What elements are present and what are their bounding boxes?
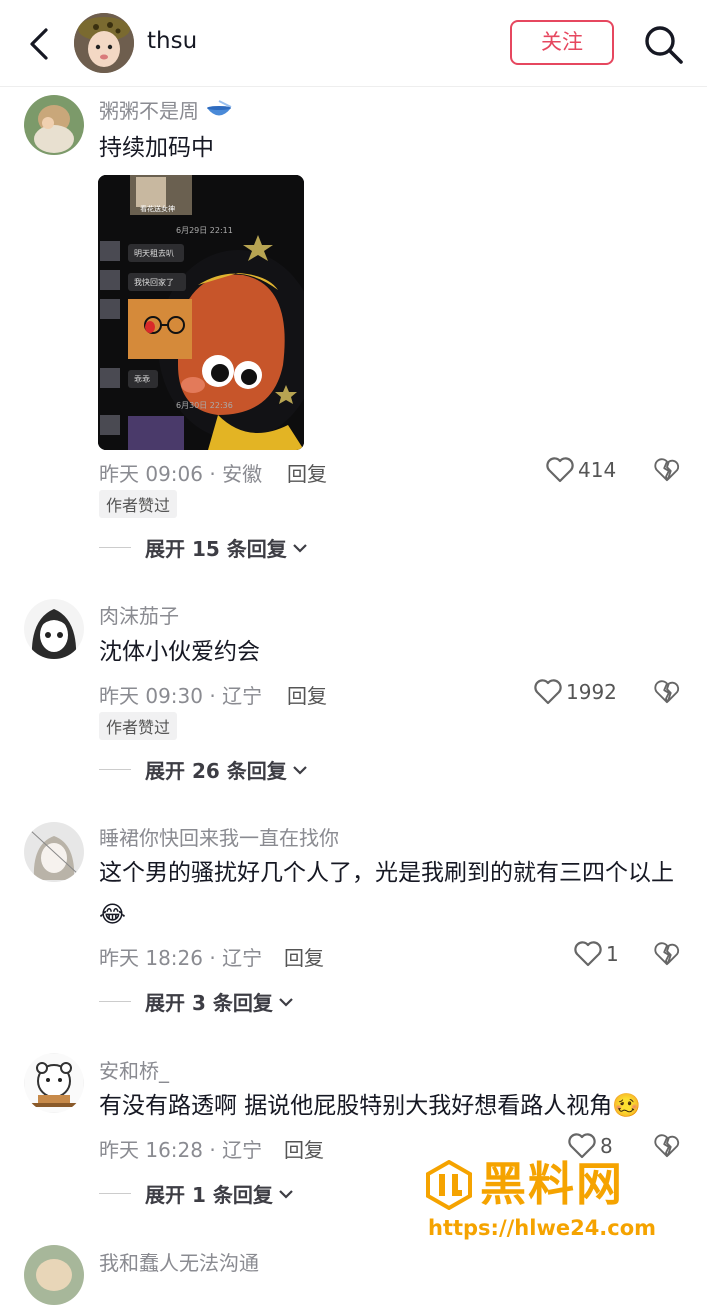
watermark: 黑料网 https://hlwe24.com bbox=[422, 1158, 682, 1248]
author-liked-badge: 作者赞过 bbox=[99, 490, 178, 518]
commenter-avatar[interactable] bbox=[24, 822, 84, 882]
commenter-avatar[interactable] bbox=[24, 1245, 84, 1305]
like-count: 1992 bbox=[566, 680, 617, 704]
commenter-name[interactable]: 睡裙你快回来我一直在找你 bbox=[99, 822, 339, 851]
follow-button[interactable]: 关注 bbox=[510, 20, 614, 65]
comment-meta: 昨天 16:28 · 辽宁 bbox=[99, 1138, 263, 1162]
image-date-2: 6月30日 22:36 bbox=[176, 401, 233, 410]
divider bbox=[99, 547, 131, 548]
chevron-down-icon bbox=[292, 765, 307, 775]
like-count: 414 bbox=[578, 458, 617, 482]
comment-image[interactable]: 6月29日 22:11 明天租去叭 我快回家了 看花送女神 乖乖 6月30日 2… bbox=[98, 175, 304, 450]
broken-heart-icon[interactable] bbox=[654, 1133, 680, 1159]
comment-meta: 昨天 18:26 · 辽宁 bbox=[99, 946, 263, 970]
like-button[interactable]: 414 bbox=[546, 457, 616, 483]
heart-icon bbox=[546, 457, 574, 483]
watermark-logo-icon bbox=[426, 1160, 472, 1210]
comment-text: 沈体小伙爱约会 bbox=[99, 639, 260, 665]
divider bbox=[99, 1001, 131, 1002]
expand-replies[interactable]: 展开 26 条回复 bbox=[99, 755, 309, 784]
expand-replies[interactable]: 展开 15 条回复 bbox=[99, 533, 309, 562]
expand-replies[interactable]: 展开 3 条回复 bbox=[99, 987, 295, 1016]
bowl-emoji-icon bbox=[207, 100, 232, 116]
heart-icon bbox=[568, 1133, 596, 1159]
image-sticker-caption: 看花送女神 bbox=[140, 205, 175, 213]
commenter-name[interactable]: 肉沫茄子 bbox=[99, 600, 179, 629]
divider bbox=[99, 769, 131, 770]
broken-heart-icon[interactable] bbox=[654, 457, 680, 483]
divider bbox=[99, 1193, 131, 1194]
commenter-name[interactable]: 我和蠢人无法沟通 bbox=[99, 1247, 259, 1276]
author-avatar[interactable] bbox=[74, 13, 134, 73]
search-icon[interactable] bbox=[641, 22, 685, 66]
top-bar: thsu 关注 bbox=[0, 0, 707, 87]
back-arrow-icon[interactable] bbox=[22, 24, 58, 64]
heart-icon bbox=[574, 941, 602, 967]
reply-button[interactable]: 回复 bbox=[284, 1134, 324, 1163]
watermark-url: https://hlwe24.com bbox=[428, 1216, 657, 1240]
reply-button[interactable]: 回复 bbox=[284, 942, 324, 971]
commenter-avatar[interactable] bbox=[24, 599, 84, 659]
author-liked-badge: 作者赞过 bbox=[99, 712, 178, 740]
commenter-avatar[interactable] bbox=[24, 1053, 84, 1113]
expand-replies[interactable]: 展开 1 条回复 bbox=[99, 1179, 295, 1208]
like-count: 8 bbox=[600, 1134, 613, 1158]
author-username[interactable]: thsu bbox=[147, 28, 197, 54]
commenter-name[interactable]: 安和桥_ bbox=[99, 1055, 169, 1084]
like-button[interactable]: 8 bbox=[568, 1133, 613, 1159]
comment-meta: 昨天 09:30 · 辽宁 bbox=[99, 684, 263, 708]
heart-icon bbox=[534, 679, 562, 705]
comment-text: 有没有路透啊 据说他屁股特别大我好想看路人视角🥴 bbox=[99, 1093, 641, 1119]
like-button[interactable]: 1 bbox=[574, 941, 619, 967]
chevron-down-icon bbox=[279, 1189, 293, 1199]
comment-text: 这个男的骚扰好几个人了，光是我刷到的就有三四个以上😂 bbox=[99, 860, 674, 928]
chevron-down-icon bbox=[292, 543, 307, 553]
comment-text: 持续加码中 bbox=[99, 135, 214, 161]
broken-heart-icon[interactable] bbox=[654, 679, 680, 705]
image-msg-3: 乖乖 bbox=[134, 375, 150, 384]
commenter-name[interactable]: 粥粥不是周 bbox=[99, 95, 233, 124]
broken-heart-icon[interactable] bbox=[654, 941, 680, 967]
watermark-brand: 黑料网 bbox=[480, 1157, 624, 1211]
image-msg-2: 我快回家了 bbox=[134, 278, 174, 287]
reply-button[interactable]: 回复 bbox=[287, 680, 327, 709]
commenter-avatar[interactable] bbox=[24, 95, 84, 155]
chevron-down-icon bbox=[279, 997, 293, 1007]
like-button[interactable]: 1992 bbox=[534, 679, 617, 705]
reply-button[interactable]: 回复 bbox=[287, 458, 327, 487]
comment-meta: 昨天 09:06 · 安徽 bbox=[99, 462, 263, 486]
image-msg-1: 明天租去叭 bbox=[134, 249, 174, 258]
like-count: 1 bbox=[606, 942, 619, 966]
image-date-1: 6月29日 22:11 bbox=[176, 226, 233, 235]
